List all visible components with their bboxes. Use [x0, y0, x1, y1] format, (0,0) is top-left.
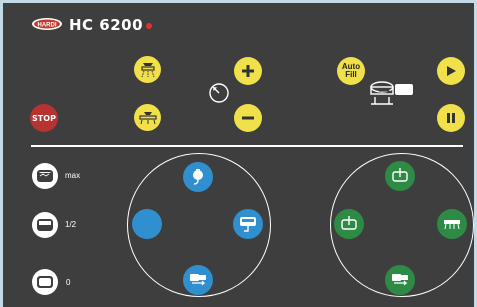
auto-fill-line2: Fill — [345, 70, 357, 79]
boom-up-button[interactable] — [134, 56, 161, 83]
tank-half-icon — [37, 219, 53, 231]
boom-fold-icon — [140, 62, 155, 77]
status-led — [146, 23, 152, 29]
main-tank-icon — [240, 217, 256, 232]
auto-fill-button[interactable]: Auto Fill — [337, 57, 365, 85]
level-half-button[interactable] — [32, 212, 58, 238]
plus-icon — [242, 65, 254, 77]
play-icon — [447, 66, 456, 76]
valve-bottom-blue[interactable] — [183, 265, 213, 295]
fill-connection-icon — [190, 274, 206, 286]
level-zero-label: 0 — [66, 278, 71, 287]
level-max-label: max — [65, 171, 81, 180]
boom-spray-icon — [444, 220, 460, 230]
hardi-logo: HARDI — [31, 17, 63, 36]
level-half-label: 1/2 — [65, 220, 77, 229]
valve-right-green[interactable] — [437, 209, 467, 239]
minus-icon — [242, 116, 254, 120]
tank-fill-icon — [369, 78, 415, 113]
valve-left-blue[interactable] — [132, 209, 162, 239]
suction-filter-icon — [193, 169, 203, 185]
pause-button[interactable] — [437, 104, 465, 132]
tank-empty-icon — [37, 276, 53, 288]
tank-full-icon — [37, 170, 53, 182]
plus-button[interactable] — [234, 57, 262, 85]
level-max-button[interactable] — [32, 163, 58, 189]
boom-unfold-icon — [138, 111, 157, 124]
play-button[interactable] — [437, 57, 465, 85]
section-divider — [31, 145, 463, 147]
minus-button[interactable] — [234, 104, 262, 132]
valve-top-blue[interactable] — [183, 162, 213, 192]
valve-left-green[interactable] — [334, 209, 364, 239]
tank-return-icon — [392, 168, 408, 182]
control-panel: HARDI HC 6200 STOP Auto Fill max 1/2 0 — [3, 3, 474, 307]
tank-agitation-icon — [341, 216, 357, 230]
valve-right-blue[interactable] — [233, 209, 263, 239]
logo-text: HARDI — [38, 23, 57, 29]
boom-down-button[interactable] — [134, 104, 161, 131]
external-fill-icon — [392, 274, 408, 286]
pressure-gauge-icon — [208, 82, 230, 109]
pause-icon — [447, 113, 455, 123]
model-title: HC 6200 — [69, 16, 144, 34]
valve-top-green[interactable] — [385, 161, 415, 191]
level-zero-button[interactable] — [32, 269, 58, 295]
stop-button[interactable]: STOP — [30, 104, 58, 132]
valve-bottom-green[interactable] — [385, 265, 415, 295]
